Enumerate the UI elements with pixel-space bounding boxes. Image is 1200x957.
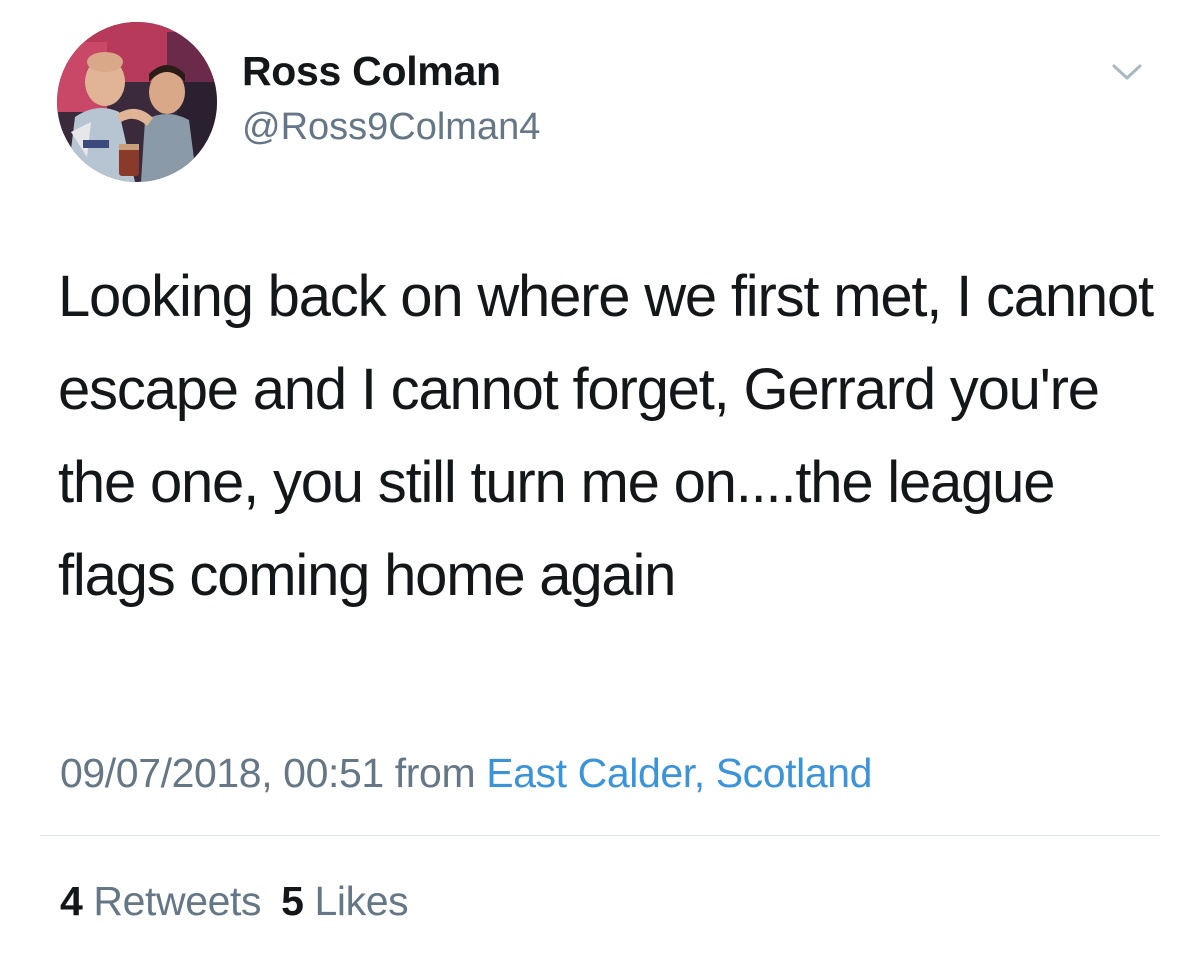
divider <box>40 835 1160 836</box>
author-handle[interactable]: @Ross9Colman4 <box>242 106 540 149</box>
author-display-name[interactable]: Ross Colman <box>242 48 501 95</box>
profile-photo <box>57 22 217 182</box>
likes-stat[interactable]: 5 Likes <box>281 878 409 924</box>
retweets-stat[interactable]: 4 Retweets <box>60 878 262 924</box>
avatar[interactable] <box>57 22 217 182</box>
retweets-count: 4 <box>60 878 83 924</box>
chevron-down-icon[interactable] <box>1102 54 1152 90</box>
tweet-text: Looking back on where we first met, I ca… <box>58 264 1154 608</box>
likes-label: Likes <box>314 878 409 924</box>
tweet-detail: Ross Colman @Ross9Colman4 Looking back o… <box>0 0 1200 957</box>
tweet-timestamp[interactable]: 09/07/2018, 00:51 <box>60 750 384 796</box>
tweet-stats: 4 Retweets 5 Likes <box>60 878 409 925</box>
retweets-label: Retweets <box>93 878 262 924</box>
from-label: from <box>394 750 476 796</box>
tweet-meta: 09/07/2018, 00:51 from East Calder, Scot… <box>60 750 872 797</box>
tweet-location[interactable]: East Calder, Scotland <box>486 750 872 796</box>
likes-count: 5 <box>281 878 304 924</box>
